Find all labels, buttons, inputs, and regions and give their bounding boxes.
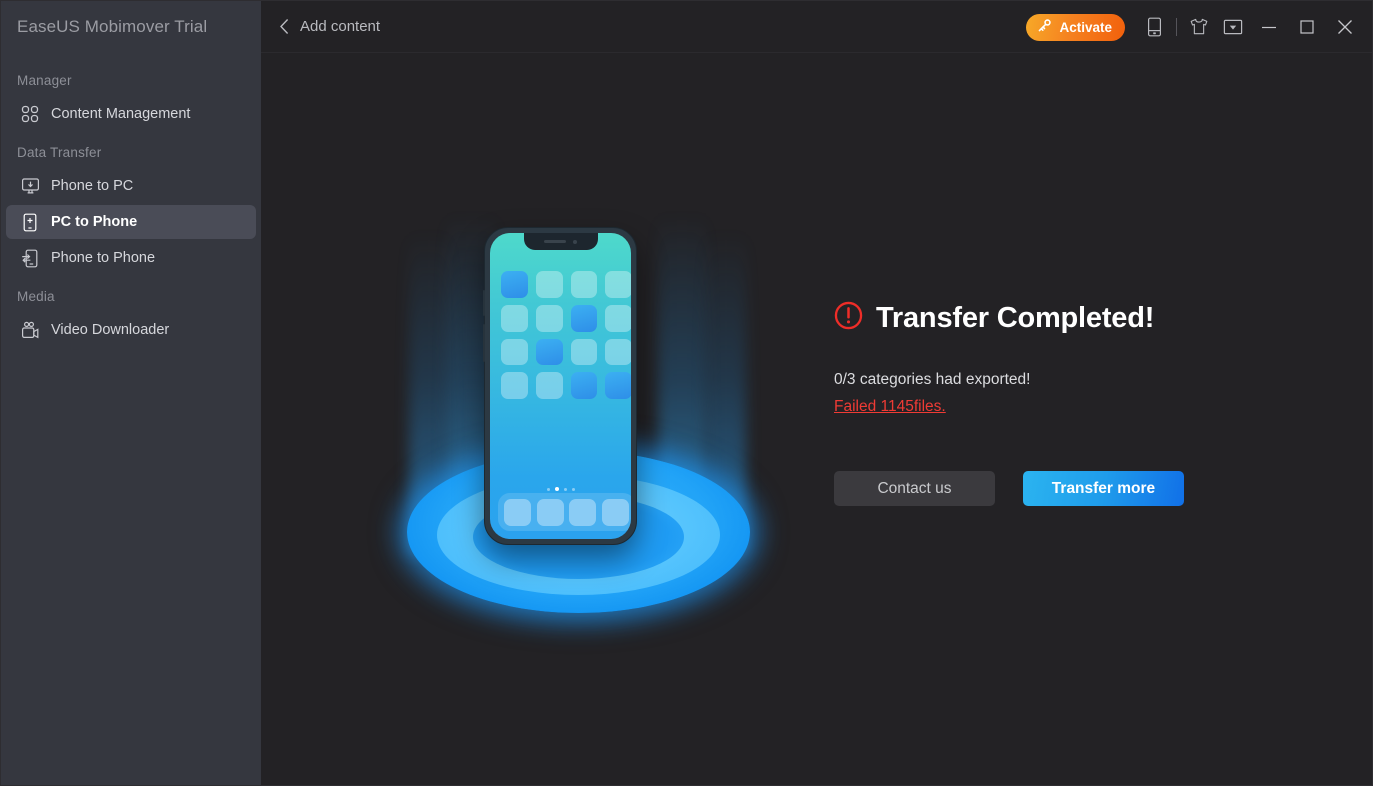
app-icon bbox=[570, 304, 598, 332]
sidebar-item-pc-to-phone[interactable]: PC to Phone bbox=[6, 205, 256, 239]
page-dots bbox=[546, 487, 575, 491]
app-icon bbox=[570, 372, 598, 399]
activate-button[interactable]: Activate bbox=[1026, 13, 1125, 41]
minimize-button[interactable] bbox=[1250, 7, 1288, 47]
app-icon bbox=[605, 338, 631, 366]
top-bar: Add content Activate bbox=[261, 1, 1372, 53]
result-headline: Transfer Completed! bbox=[834, 301, 1254, 335]
app-icon bbox=[535, 304, 563, 332]
transfer-result-panel: Transfer Completed! 0/3 categories had e… bbox=[834, 301, 1254, 506]
app-icon-grid bbox=[501, 271, 631, 399]
phone-dock bbox=[498, 493, 631, 531]
dock-icon bbox=[602, 498, 630, 526]
dock-icon bbox=[569, 498, 597, 526]
page-dot bbox=[571, 487, 575, 491]
sidebar-item-video-downloader[interactable]: Video Downloader bbox=[6, 313, 256, 347]
phone-plus-icon bbox=[17, 211, 43, 233]
close-button[interactable] bbox=[1326, 7, 1364, 47]
maximize-button[interactable] bbox=[1288, 7, 1326, 47]
dropdown-box-icon[interactable] bbox=[1216, 9, 1250, 45]
sidebar-item-phone-to-phone[interactable]: Phone to Phone bbox=[6, 241, 256, 275]
application-window: EaseUS Mobimover Trial Manager Content M… bbox=[0, 0, 1373, 786]
phone-device bbox=[483, 227, 637, 545]
app-icon bbox=[535, 338, 563, 366]
app-icon bbox=[535, 372, 563, 399]
dock-icon bbox=[503, 498, 531, 526]
sidebar: EaseUS Mobimover Trial Manager Content M… bbox=[1, 1, 261, 785]
action-buttons: Contact us Transfer more bbox=[834, 471, 1254, 506]
sidebar-item-label: Phone to PC bbox=[51, 177, 134, 194]
phone-illustration bbox=[395, 203, 762, 633]
result-summary: 0/3 categories had exported! bbox=[834, 371, 1031, 388]
phone-screen bbox=[490, 233, 631, 539]
app-icon bbox=[501, 304, 528, 332]
app-icon bbox=[501, 372, 528, 399]
error-exclamation-icon bbox=[834, 301, 863, 335]
contact-us-button[interactable]: Contact us bbox=[834, 471, 995, 506]
phone-notch bbox=[523, 233, 598, 250]
main-area: Add content Activate Transfer Completed!… bbox=[261, 1, 1372, 785]
app-icon bbox=[605, 304, 631, 332]
sidebar-item-label: Phone to Phone bbox=[51, 249, 156, 266]
phone-transfer-icon bbox=[17, 247, 43, 269]
failed-files-link[interactable]: Failed 1145files. bbox=[834, 398, 946, 416]
app-icon bbox=[605, 372, 631, 399]
sidebar-item-label: Content Management bbox=[51, 105, 191, 122]
app-icon bbox=[570, 271, 598, 298]
app-icon bbox=[501, 338, 528, 366]
app-icon bbox=[605, 271, 631, 298]
app-icon bbox=[535, 271, 563, 298]
page-dot bbox=[546, 487, 550, 491]
sidebar-item-phone-to-pc[interactable]: Phone to PC bbox=[6, 169, 256, 203]
back-button-label: Add content bbox=[300, 18, 381, 35]
toolbar-separator bbox=[1176, 18, 1177, 36]
sidebar-item-content-management[interactable]: Content Management bbox=[6, 97, 256, 131]
sidebar-group-label-data-transfer: Data Transfer bbox=[17, 145, 102, 160]
monitor-download-icon bbox=[17, 175, 43, 197]
app-icon bbox=[570, 338, 598, 366]
dock-icon bbox=[536, 498, 564, 526]
video-camera-icon bbox=[17, 319, 43, 341]
sidebar-nav: Manager Content Management Data Transfer bbox=[1, 53, 261, 349]
app-title: EaseUS Mobimover Trial bbox=[17, 17, 208, 36]
chevron-left-icon bbox=[279, 18, 290, 35]
window-controls: Activate bbox=[1026, 1, 1364, 53]
phone-icon[interactable] bbox=[1137, 9, 1171, 45]
sidebar-item-label: PC to Phone bbox=[51, 213, 138, 230]
content-area: Transfer Completed! 0/3 categories had e… bbox=[261, 53, 1372, 785]
sidebar-group-label-manager: Manager bbox=[17, 73, 72, 88]
front-camera-icon bbox=[573, 239, 577, 244]
app-icon bbox=[501, 271, 528, 298]
tshirt-icon[interactable] bbox=[1182, 9, 1216, 45]
grid-icon bbox=[17, 103, 43, 125]
activate-button-label: Activate bbox=[1059, 19, 1112, 35]
page-dot-active bbox=[554, 487, 559, 491]
key-icon bbox=[1037, 18, 1052, 36]
sidebar-item-label: Video Downloader bbox=[51, 321, 170, 338]
sidebar-group-label-media: Media bbox=[17, 289, 55, 304]
back-button[interactable]: Add content bbox=[279, 18, 380, 35]
page-dot bbox=[563, 487, 567, 491]
transfer-more-button[interactable]: Transfer more bbox=[1023, 471, 1184, 506]
speaker-grille-icon bbox=[544, 240, 566, 243]
page-title: Transfer Completed! bbox=[876, 301, 1155, 334]
